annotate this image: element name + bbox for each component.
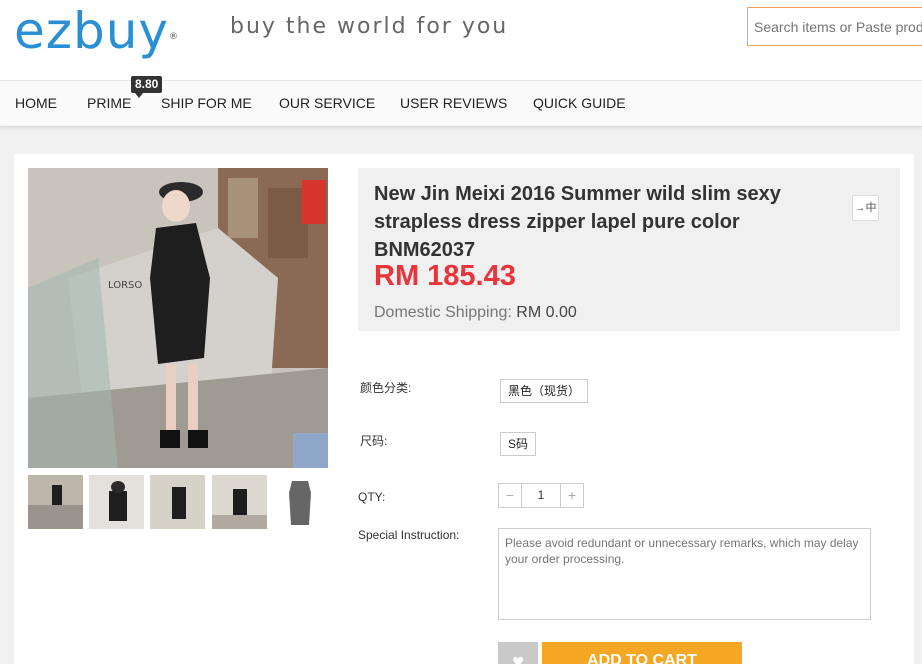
- nav-our-service[interactable]: OUR SERVICE: [279, 95, 375, 111]
- logo-text: ezbuy: [14, 2, 170, 60]
- heart-icon: ♥: [512, 651, 524, 664]
- top-header: ezbuy ® buy the world for you: [0, 0, 922, 80]
- qty-input[interactable]: 1: [521, 484, 561, 507]
- nav-prime[interactable]: PRIME: [87, 95, 131, 111]
- thumbnail-3[interactable]: [150, 475, 205, 529]
- nav-home[interactable]: HOME: [15, 95, 57, 111]
- nav-user-reviews[interactable]: USER REVIEWS: [400, 95, 507, 111]
- registered-mark: ®: [169, 32, 180, 42]
- nav-quick-guide[interactable]: QUICK GUIDE: [533, 95, 626, 111]
- favorite-button[interactable]: ♥: [498, 642, 538, 664]
- add-to-cart-button[interactable]: ADD TO CART: [542, 642, 742, 664]
- special-instruction-field[interactable]: [498, 528, 871, 620]
- size-label: 尺码:: [360, 434, 388, 448]
- arrow-right-icon: →: [854, 202, 866, 214]
- shipping-label: Domestic Shipping:: [374, 304, 512, 321]
- main-nav: HOME PRIME 8.80 SHIP FOR ME OUR SERVICE …: [0, 76, 922, 127]
- thumbnail-1[interactable]: [28, 475, 83, 529]
- product-main-image[interactable]: LORSO: [28, 168, 328, 468]
- color-option[interactable]: 黑色（现货）: [500, 379, 589, 403]
- tagline: buy the world for you: [230, 14, 509, 39]
- ezbuy-logo[interactable]: ezbuy ®: [14, 2, 178, 60]
- thumbnail-4[interactable]: [212, 475, 267, 529]
- translate-button[interactable]: →中: [852, 195, 879, 221]
- product-price: RM 185.43: [374, 260, 516, 292]
- color-label: 颜色分类:: [360, 381, 412, 395]
- svg-text:LORSO: LORSO: [108, 280, 142, 291]
- product-title: New Jin Meixi 2016 Summer wild slim sexy…: [374, 183, 781, 261]
- quantity-stepper: − 1 +: [498, 483, 584, 508]
- shipping-value: RM 0.00: [516, 304, 577, 321]
- thumbnail-2[interactable]: [89, 475, 144, 529]
- size-option[interactable]: S码: [500, 432, 537, 456]
- prime-badge: 8.80: [131, 76, 163, 98]
- qty-increase-button[interactable]: +: [561, 484, 583, 507]
- domestic-shipping: Domestic Shipping: RM 0.00: [374, 304, 577, 322]
- nav-ship-for-me[interactable]: SHIP FOR ME: [161, 95, 252, 111]
- qty-label: QTY:: [358, 490, 386, 504]
- special-instruction-label: Special Instruction:: [358, 528, 460, 542]
- translate-label: 中: [865, 202, 877, 214]
- qty-decrease-button[interactable]: −: [499, 484, 521, 507]
- thumbnail-5[interactable]: [273, 475, 328, 529]
- search-input[interactable]: [747, 7, 922, 46]
